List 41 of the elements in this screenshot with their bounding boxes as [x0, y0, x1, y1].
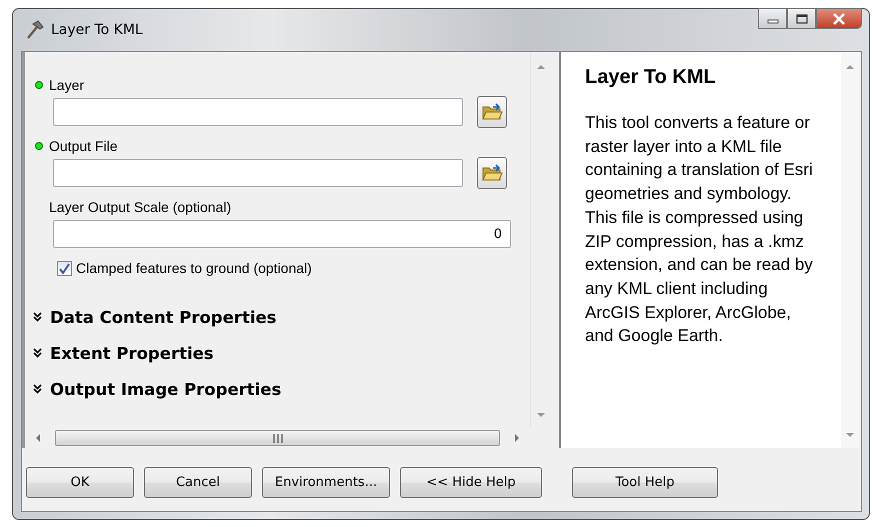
path-input[interactable]	[53, 159, 463, 187]
window-title: Layer To KML	[51, 22, 144, 38]
ok-button[interactable]: OK	[26, 467, 134, 498]
hide-help-button[interactable]: << Hide Help	[400, 467, 542, 498]
field-label: Output File	[49, 138, 118, 154]
field-label: Layer	[49, 77, 84, 93]
vertical-scrollbar[interactable]	[841, 52, 859, 448]
scroll-up-icon[interactable]	[845, 64, 855, 70]
expand-icon[interactable]	[33, 384, 42, 394]
help-description: This tool converts a feature or raster layer into a KML file containing a translation of Esri geometries and symbology. This file is compressed using ZIP compression, has a .kmz extension, and can be read by any KML client including ArcGIS Explorer, ArcGlobe, and Google Earth.	[585, 112, 814, 348]
section-header[interactable]: Data Content Properties	[50, 308, 277, 326]
expand-icon[interactable]	[33, 348, 42, 358]
field-label: Layer Output Scale (optional)	[49, 199, 232, 215]
section-header[interactable]: Extent Properties	[50, 344, 214, 362]
path-input[interactable]	[53, 98, 463, 126]
scroll-right-icon[interactable]	[514, 433, 520, 443]
maximize-icon	[796, 14, 808, 24]
scroll-down-icon[interactable]	[845, 432, 855, 438]
scroll-left-icon[interactable]	[35, 433, 41, 443]
minimize-button[interactable]	[758, 8, 787, 29]
grip-icon	[272, 434, 284, 442]
tool-help-button[interactable]: Tool Help	[572, 467, 718, 498]
close-button[interactable]	[816, 8, 862, 29]
checkbox[interactable]	[57, 260, 72, 276]
scroll-up-icon[interactable]	[536, 64, 546, 70]
checkbox-label: Clamped features to ground (optional)	[76, 260, 312, 276]
folder-button[interactable]	[477, 96, 507, 128]
scroll-down-icon[interactable]	[536, 412, 546, 418]
folder-button[interactable]	[477, 157, 507, 189]
environments-button[interactable]: Environments...	[262, 467, 390, 498]
expand-icon[interactable]	[33, 312, 42, 322]
help-title: Layer To KML	[585, 66, 717, 89]
folder-icon	[481, 102, 503, 122]
maximize-button[interactable]	[787, 8, 816, 29]
folder-icon	[481, 163, 503, 183]
cancel-button[interactable]: Cancel	[144, 467, 252, 498]
close-icon	[832, 12, 846, 24]
hammer-icon	[25, 20, 45, 40]
scale-input[interactable]: 0	[53, 220, 511, 248]
section-header[interactable]: Output Image Properties	[50, 380, 282, 398]
scrollbar-thumb[interactable]	[55, 430, 500, 446]
